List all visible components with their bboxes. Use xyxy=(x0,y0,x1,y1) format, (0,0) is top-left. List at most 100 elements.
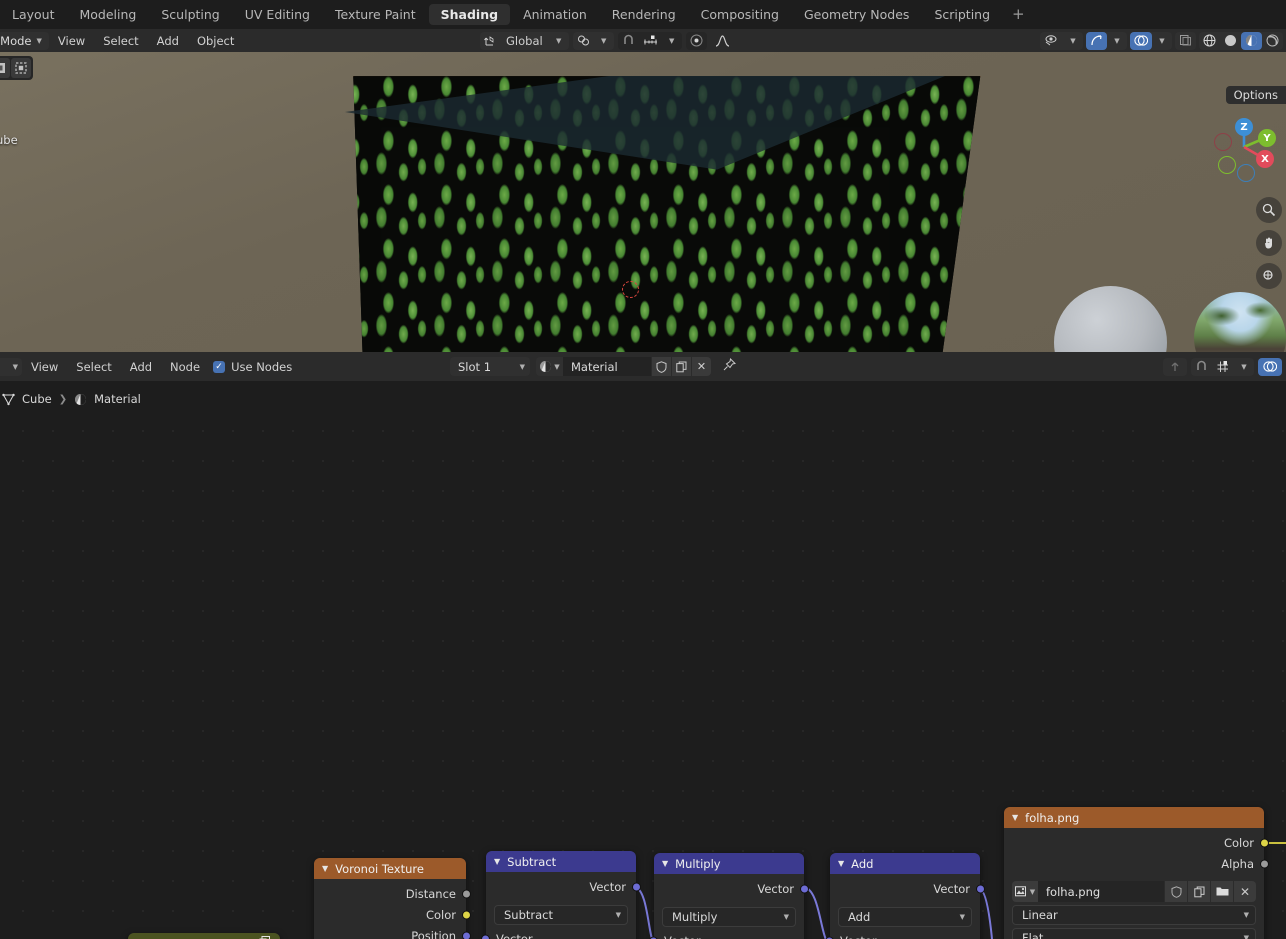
proportional-edit-icon[interactable] xyxy=(686,32,707,50)
shading-solid-icon[interactable] xyxy=(1220,32,1241,50)
node-multiply-header[interactable]: ▼ Multiply xyxy=(654,853,804,874)
chevron-down-icon[interactable]: ▼ xyxy=(1012,813,1018,822)
node-voronoi-texture[interactable]: ▼ Voronoi Texture Distance Color Positio… xyxy=(314,858,471,939)
tab-texture-paint[interactable]: Texture Paint xyxy=(323,4,428,25)
material-slot-dropdown[interactable]: Slot 1 ▼ xyxy=(450,357,530,376)
shading-material-preview-icon[interactable] xyxy=(1241,31,1262,50)
snap-to-increment-icon[interactable] xyxy=(639,32,662,50)
overlays-group[interactable]: ▼ xyxy=(1130,31,1172,50)
chevron-down-icon[interactable]: ▼ xyxy=(322,864,328,873)
breadcrumb-material[interactable]: Material xyxy=(94,392,141,406)
image-name-field[interactable]: folha.png xyxy=(1038,881,1164,902)
image-datablock-field[interactable]: ▼ folha.png ✕ xyxy=(1012,881,1256,902)
tab-compositing[interactable]: Compositing xyxy=(689,4,791,25)
shading-rendered-icon[interactable] xyxy=(1262,32,1283,50)
tab-rendering[interactable]: Rendering xyxy=(600,4,688,25)
zoom-icon[interactable] xyxy=(1256,197,1282,223)
duplicate-icon[interactable] xyxy=(1187,881,1210,902)
chevron-down-icon[interactable]: ▼ xyxy=(1107,32,1127,50)
close-icon[interactable]: ✕ xyxy=(1233,881,1256,902)
proportional-edit-group[interactable] xyxy=(685,31,707,50)
eye-visibility-icon[interactable] xyxy=(1040,32,1063,50)
material-name-field[interactable]: Material xyxy=(563,357,651,376)
output-socket-vector[interactable] xyxy=(632,882,641,891)
viewport-options-button[interactable]: Options xyxy=(1225,86,1286,104)
snap-overlay-group[interactable]: ▼ xyxy=(1191,357,1254,376)
node-image-texture[interactable]: ▼ folha.png Color Alpha ▼ folha.png ✕ Li… xyxy=(1004,807,1269,939)
shader-menu-view[interactable]: View xyxy=(22,360,67,374)
duplicate-icon[interactable] xyxy=(671,357,691,376)
node-face-map-header[interactable]: ▼ Face Map xyxy=(128,933,280,939)
3d-viewport[interactable]: t Mode ▼ View Select Add Object Global ▼ xyxy=(0,29,1286,352)
output-socket-position[interactable] xyxy=(462,931,471,939)
xray-toggle-icon[interactable] xyxy=(1175,31,1196,50)
chevron-down-icon[interactable]: ▼ xyxy=(662,859,668,868)
viewport-menu-object[interactable]: Object xyxy=(188,34,243,48)
node-subtract-header[interactable]: ▼ Subtract xyxy=(486,851,636,872)
shader-menu-add[interactable]: Add xyxy=(121,360,161,374)
parent-node-tree-icon[interactable] xyxy=(1163,357,1187,376)
output-socket-vector[interactable] xyxy=(976,884,985,893)
shader-menu-select[interactable]: Select xyxy=(67,360,120,374)
image-icon[interactable]: ▼ xyxy=(1012,881,1038,902)
dropdown-operation-subtract[interactable]: Subtract ▼ xyxy=(494,905,628,925)
dropdown-projection[interactable]: Flat ▼ xyxy=(1012,928,1256,939)
tab-uv-editing[interactable]: UV Editing xyxy=(233,4,322,25)
viewport-menu-select[interactable]: Select xyxy=(94,34,147,48)
magnet-icon[interactable] xyxy=(1191,358,1212,376)
node-add-header[interactable]: ▼ Add xyxy=(830,853,980,874)
output-socket-alpha[interactable] xyxy=(1260,859,1269,868)
pivot-point-icon[interactable] xyxy=(573,32,594,50)
chevron-down-icon[interactable]: ▼ xyxy=(838,859,844,868)
gizmo-axis-neg-z[interactable] xyxy=(1237,164,1255,182)
viewport-menu-view[interactable]: View xyxy=(49,34,94,48)
snap-pivot-group[interactable]: ▼ xyxy=(572,31,614,50)
viewport-menu-add[interactable]: Add xyxy=(148,34,188,48)
gizmo-axis-x[interactable]: X xyxy=(1256,150,1274,168)
node-add[interactable]: ▼ Add Vector Add ▼ Vector xyxy=(825,853,985,939)
tab-layout[interactable]: Layout xyxy=(0,4,67,25)
node-voronoi-header[interactable]: ▼ Voronoi Texture xyxy=(314,858,466,879)
select-box-dashed-tool-icon[interactable] xyxy=(11,58,31,78)
node-face-map[interactable]: ▼ Face Map Result ▼ xyxy=(128,933,280,939)
input-socket-vector-a[interactable] xyxy=(481,934,490,939)
viewport-shading-group[interactable] xyxy=(1199,31,1283,50)
material-icon[interactable]: ▼ xyxy=(536,357,563,376)
chevron-down-icon[interactable]: ▼ xyxy=(1234,358,1254,376)
dropdown-operation-add[interactable]: Add ▼ xyxy=(838,907,972,927)
tab-scripting[interactable]: Scripting xyxy=(922,4,1002,25)
node-multiply[interactable]: ▼ Multiply Vector Multiply ▼ Vector xyxy=(649,853,809,939)
gizmo-axis-y[interactable]: Y xyxy=(1258,129,1276,147)
add-workspace-button[interactable]: + xyxy=(1003,4,1034,25)
chevron-down-icon[interactable]: ▼ xyxy=(662,32,682,50)
fake-user-shield-icon[interactable] xyxy=(651,357,671,376)
output-socket-distance[interactable] xyxy=(462,889,471,898)
open-folder-icon[interactable] xyxy=(1210,881,1233,902)
falloff-curve-icon[interactable] xyxy=(711,32,734,50)
gizmo-group[interactable]: ▼ xyxy=(1086,31,1127,50)
camera-perspective-icon[interactable] xyxy=(1256,263,1282,289)
object-mode-dropdown[interactable]: t Mode ▼ xyxy=(0,31,49,50)
chevron-down-icon[interactable]: ▼ xyxy=(1152,32,1172,50)
tab-animation[interactable]: Animation xyxy=(511,4,599,25)
chevron-down-icon[interactable]: ▼ xyxy=(1063,32,1083,50)
tab-shading[interactable]: Shading xyxy=(428,4,511,25)
magnet-icon[interactable] xyxy=(618,32,639,50)
close-icon[interactable]: ✕ xyxy=(691,357,711,376)
gizmo-axis-z[interactable]: Z xyxy=(1235,118,1253,136)
snapping-group[interactable]: ▼ xyxy=(617,31,682,50)
overlays-toggle-icon[interactable] xyxy=(1130,31,1152,50)
gizmo-axis-neg-x[interactable] xyxy=(1214,133,1232,151)
shader-menu-node[interactable]: Node xyxy=(161,360,209,374)
output-socket-color[interactable] xyxy=(1260,838,1269,847)
editor-type-dropdown[interactable]: ▼ xyxy=(0,357,22,376)
pin-icon[interactable] xyxy=(723,357,737,375)
breadcrumb-object[interactable]: Cube xyxy=(22,392,52,406)
gizmo-axis-neg-y[interactable] xyxy=(1218,156,1236,174)
tab-sculpting[interactable]: Sculpting xyxy=(149,4,231,25)
output-socket-vector[interactable] xyxy=(800,884,809,893)
gizmo-toggle-icon[interactable] xyxy=(1086,31,1107,50)
shader-editor[interactable]: ▼ View Select Add Node ✓ Use Nodes Slot … xyxy=(0,352,1286,939)
node-snap-grid-icon[interactable] xyxy=(1212,358,1234,376)
select-box-tool-icon[interactable] xyxy=(0,58,10,78)
